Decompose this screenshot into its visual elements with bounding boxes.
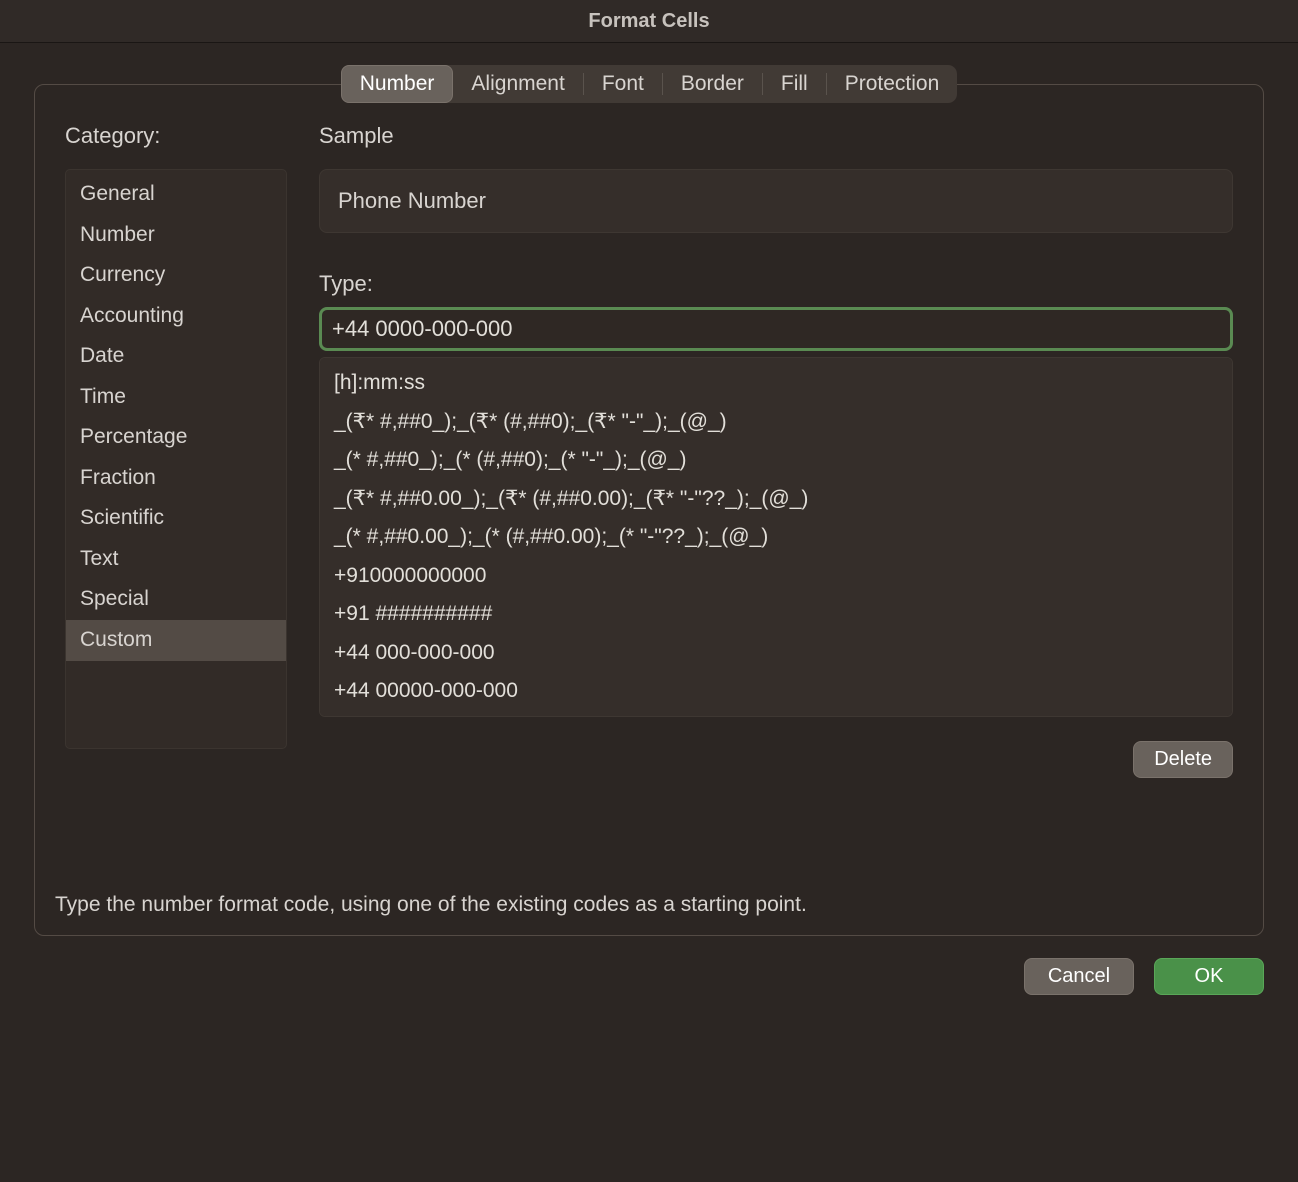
category-item[interactable]: Accounting <box>66 296 286 337</box>
tab-panel-number: Category: GeneralNumberCurrencyAccountin… <box>34 84 1264 936</box>
delete-row: Delete <box>319 741 1233 778</box>
type-listbox[interactable]: [h]:mm:ss_(₹* #,##0_);_(₹* (#,##0);_(₹* … <box>319 357 1233 717</box>
hint-text: Type the number format code, using one o… <box>55 893 807 917</box>
category-item[interactable]: Custom <box>66 620 286 661</box>
category-item[interactable]: Currency <box>66 255 286 296</box>
cancel-button[interactable]: Cancel <box>1024 958 1134 995</box>
category-item[interactable]: Text <box>66 539 286 580</box>
sample-value: Phone Number <box>319 169 1233 233</box>
tab-alignment[interactable]: Alignment <box>453 65 582 103</box>
category-item[interactable]: Time <box>66 377 286 418</box>
type-list-item[interactable]: [h]:mm:ss <box>320 364 1232 403</box>
type-list-item[interactable]: +44 00000-000-000 <box>320 672 1232 711</box>
category-item[interactable]: General <box>66 170 286 215</box>
type-list-item[interactable]: _(₹* #,##0.00_);_(₹* (#,##0.00);_(₹* "-"… <box>320 480 1232 519</box>
ok-button[interactable]: OK <box>1154 958 1264 995</box>
category-item[interactable]: Special <box>66 579 286 620</box>
tab-number[interactable]: Number <box>341 65 454 103</box>
category-label: Category: <box>65 123 287 149</box>
category-item[interactable]: Number <box>66 215 286 256</box>
dialog-footer: Cancel OK <box>0 936 1298 995</box>
tab-border[interactable]: Border <box>663 65 762 103</box>
titlebar: Format Cells <box>0 0 1298 43</box>
tabs-container: Number Alignment Font Border Fill Protec… <box>0 65 1298 103</box>
tab-fill[interactable]: Fill <box>763 65 826 103</box>
type-list-item[interactable]: _(* #,##0_);_(* (#,##0);_(* "-"_);_(@_) <box>320 441 1232 480</box>
tabs: Number Alignment Font Border Fill Protec… <box>341 65 958 103</box>
category-item[interactable]: Date <box>66 336 286 377</box>
delete-button[interactable]: Delete <box>1133 741 1233 778</box>
category-item[interactable]: Scientific <box>66 498 286 539</box>
type-list-item[interactable]: _(₹* #,##0_);_(₹* (#,##0);_(₹* "-"_);_(@… <box>320 403 1232 442</box>
category-column: Category: GeneralNumberCurrencyAccountin… <box>65 123 287 778</box>
window-title: Format Cells <box>588 10 709 33</box>
dialog-content: Number Alignment Font Border Fill Protec… <box>0 43 1298 995</box>
type-list-item[interactable]: +44 000 000 000 <box>320 711 1232 717</box>
type-input[interactable] <box>319 307 1233 351</box>
columns: Category: GeneralNumberCurrencyAccountin… <box>65 123 1233 778</box>
category-listbox[interactable]: GeneralNumberCurrencyAccountingDateTimeP… <box>65 169 287 749</box>
details-column: Sample Phone Number Type: [h]:mm:ss_(₹* … <box>319 123 1233 778</box>
type-label: Type: <box>319 271 1233 297</box>
category-item[interactable]: Fraction <box>66 458 286 499</box>
sample-label: Sample <box>319 123 1233 149</box>
tab-protection[interactable]: Protection <box>827 65 958 103</box>
type-list-item[interactable]: +91 ########## <box>320 595 1232 634</box>
tab-font[interactable]: Font <box>584 65 662 103</box>
type-list-item[interactable]: _(* #,##0.00_);_(* (#,##0.00);_(* "-"??_… <box>320 518 1232 557</box>
type-list-item[interactable]: +44 000-000-000 <box>320 634 1232 673</box>
type-list-item[interactable]: +910000000000 <box>320 557 1232 596</box>
category-item[interactable]: Percentage <box>66 417 286 458</box>
